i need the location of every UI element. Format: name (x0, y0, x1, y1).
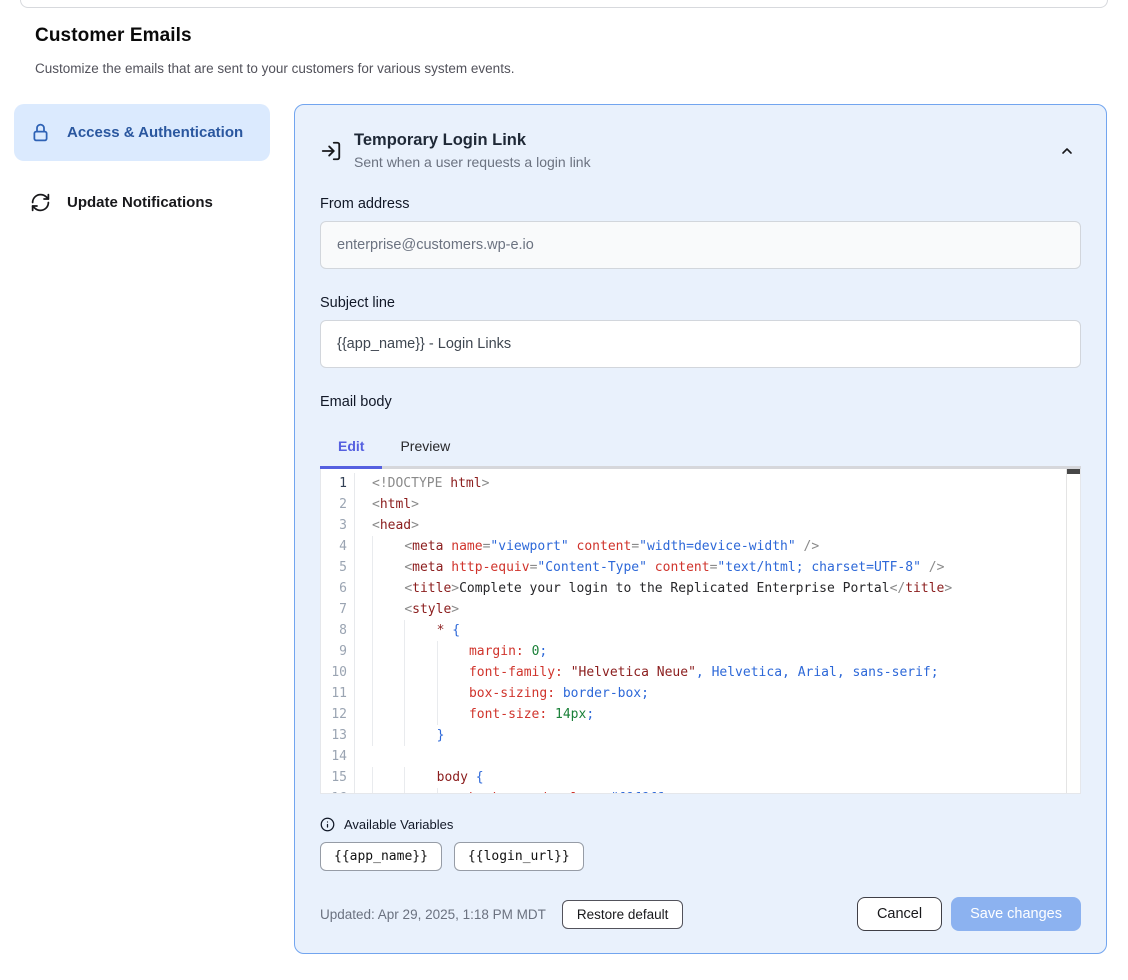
line-number: 1 (321, 473, 355, 494)
sidebar-item-access-authentication[interactable]: Access & Authentication (14, 104, 270, 161)
available-variables-label: Available Variables (344, 817, 453, 832)
code-line-content: font-family: "Helvetica Neue", Helvetica… (355, 662, 939, 683)
code-line[interactable]: 4 <meta name="viewport" content="width=d… (321, 536, 1080, 557)
code-line-content: <title>Complete your login to the Replic… (355, 578, 952, 599)
panel-subtitle: Sent when a user requests a login link (354, 154, 1041, 170)
code-line[interactable]: 3<head> (321, 515, 1080, 536)
code-editor[interactable]: 1<!DOCTYPE html>2<html>3<head>4 <meta na… (320, 469, 1081, 794)
line-number: 4 (321, 536, 355, 557)
subject-line-label: Subject line (320, 295, 1081, 311)
code-line[interactable]: 9 margin: 0; (321, 641, 1080, 662)
sidebar: Access & Authentication Update Notificat… (14, 104, 270, 227)
line-number: 9 (321, 641, 355, 662)
line-number: 7 (321, 599, 355, 620)
line-number: 5 (321, 557, 355, 578)
page-header: Customer Emails Customize the emails tha… (0, 8, 1128, 76)
tab-preview[interactable]: Preview (382, 429, 468, 469)
code-line[interactable]: 2<html> (321, 494, 1080, 515)
code-line[interactable]: 11 box-sizing: border-box; (321, 683, 1080, 704)
content-row: Access & Authentication Update Notificat… (14, 104, 1107, 954)
from-address-label: From address (320, 196, 1081, 212)
sidebar-item-label: Access & Authentication (67, 124, 243, 141)
line-number: 12 (321, 704, 355, 725)
code-line-content: * { (355, 620, 460, 641)
line-number: 3 (321, 515, 355, 536)
code-line[interactable]: 7 <style> (321, 599, 1080, 620)
refresh-icon (30, 192, 51, 213)
line-number: 2 (321, 494, 355, 515)
code-line-content: <style> (355, 599, 459, 620)
line-number: 8 (321, 620, 355, 641)
cancel-button[interactable]: Cancel (857, 897, 942, 931)
code-line[interactable]: 10 font-family: "Helvetica Neue", Helvet… (321, 662, 1080, 683)
from-address-input[interactable] (320, 221, 1081, 269)
restore-default-button[interactable]: Restore default (562, 900, 684, 929)
lock-icon (30, 122, 51, 143)
code-line[interactable]: 15 body { (321, 767, 1080, 788)
code-line-content: margin: 0; (355, 641, 547, 662)
variable-chip[interactable]: {{login_url}} (454, 842, 584, 871)
variable-chip[interactable]: {{app_name}} (320, 842, 442, 871)
page-title: Customer Emails (35, 25, 1093, 47)
email-template-panel: Temporary Login Link Sent when a user re… (294, 104, 1107, 954)
code-line[interactable]: 5 <meta http-equiv="Content-Type" conten… (321, 557, 1080, 578)
subject-line-input[interactable] (320, 320, 1081, 368)
previous-section-card-edge (20, 0, 1108, 8)
line-number: 13 (321, 725, 355, 746)
code-line[interactable]: 16 background-color: #f6f6f6; (321, 788, 1080, 794)
available-variables-header: Available Variables (320, 817, 1081, 832)
line-number: 6 (321, 578, 355, 599)
code-editor-lines: 1<!DOCTYPE html>2<html>3<head>4 <meta na… (321, 469, 1080, 794)
sidebar-item-update-notifications[interactable]: Update Notifications (14, 178, 270, 227)
code-line-content: <meta name="viewport" content="width=dev… (355, 536, 819, 557)
code-line[interactable]: 1<!DOCTYPE html> (321, 473, 1080, 494)
code-line-content (355, 746, 372, 767)
line-number: 11 (321, 683, 355, 704)
panel-footer: Updated: Apr 29, 2025, 1:18 PM MDT Resto… (320, 897, 1081, 931)
sidebar-item-label: Update Notifications (67, 194, 213, 211)
email-body-field-group: Email body Edit Preview 1<!DOCTYPE html>… (320, 394, 1081, 794)
code-line[interactable]: 12 font-size: 14px; (321, 704, 1080, 725)
line-number: 16 (321, 788, 355, 794)
subject-line-field-group: Subject line (320, 295, 1081, 368)
code-line-content: <meta http-equiv="Content-Type" content=… (355, 557, 944, 578)
editor-scrollbar-thumb[interactable] (1067, 469, 1080, 474)
editor-tabs: Edit Preview (320, 429, 1081, 469)
line-number: 15 (321, 767, 355, 788)
panel-title: Temporary Login Link (354, 131, 1041, 150)
code-line-content: body { (355, 767, 484, 788)
collapse-button[interactable] (1053, 137, 1081, 165)
panel-header: Temporary Login Link Sent when a user re… (320, 131, 1081, 170)
code-line-content: background-color: #f6f6f6; (355, 788, 672, 794)
editor-scrollbar[interactable] (1066, 469, 1080, 793)
tab-edit[interactable]: Edit (320, 429, 382, 469)
info-icon (320, 817, 335, 832)
code-line-content: <html> (355, 494, 419, 515)
code-line-content: font-size: 14px; (355, 704, 594, 725)
code-line-content: box-sizing: border-box; (355, 683, 649, 704)
chevron-up-icon (1059, 143, 1075, 159)
code-line[interactable]: 13 } (321, 725, 1080, 746)
log-in-icon (320, 140, 342, 162)
updated-timestamp: Updated: Apr 29, 2025, 1:18 PM MDT (320, 907, 546, 922)
code-line-content: } (355, 725, 444, 746)
from-address-field-group: From address (320, 196, 1081, 269)
variable-chips: {{app_name}} {{login_url}} (320, 842, 1081, 871)
code-line[interactable]: 6 <title>Complete your login to the Repl… (321, 578, 1080, 599)
page-subtitle: Customize the emails that are sent to yo… (35, 61, 1093, 76)
code-line-content: <!DOCTYPE html> (355, 473, 489, 494)
save-changes-button[interactable]: Save changes (951, 897, 1081, 931)
code-line[interactable]: 8 * { (321, 620, 1080, 641)
code-line-content: <head> (355, 515, 419, 536)
email-body-label: Email body (320, 394, 1081, 410)
line-number: 14 (321, 746, 355, 767)
line-number: 10 (321, 662, 355, 683)
code-line[interactable]: 14 (321, 746, 1080, 767)
panel-titles: Temporary Login Link Sent when a user re… (354, 131, 1041, 170)
